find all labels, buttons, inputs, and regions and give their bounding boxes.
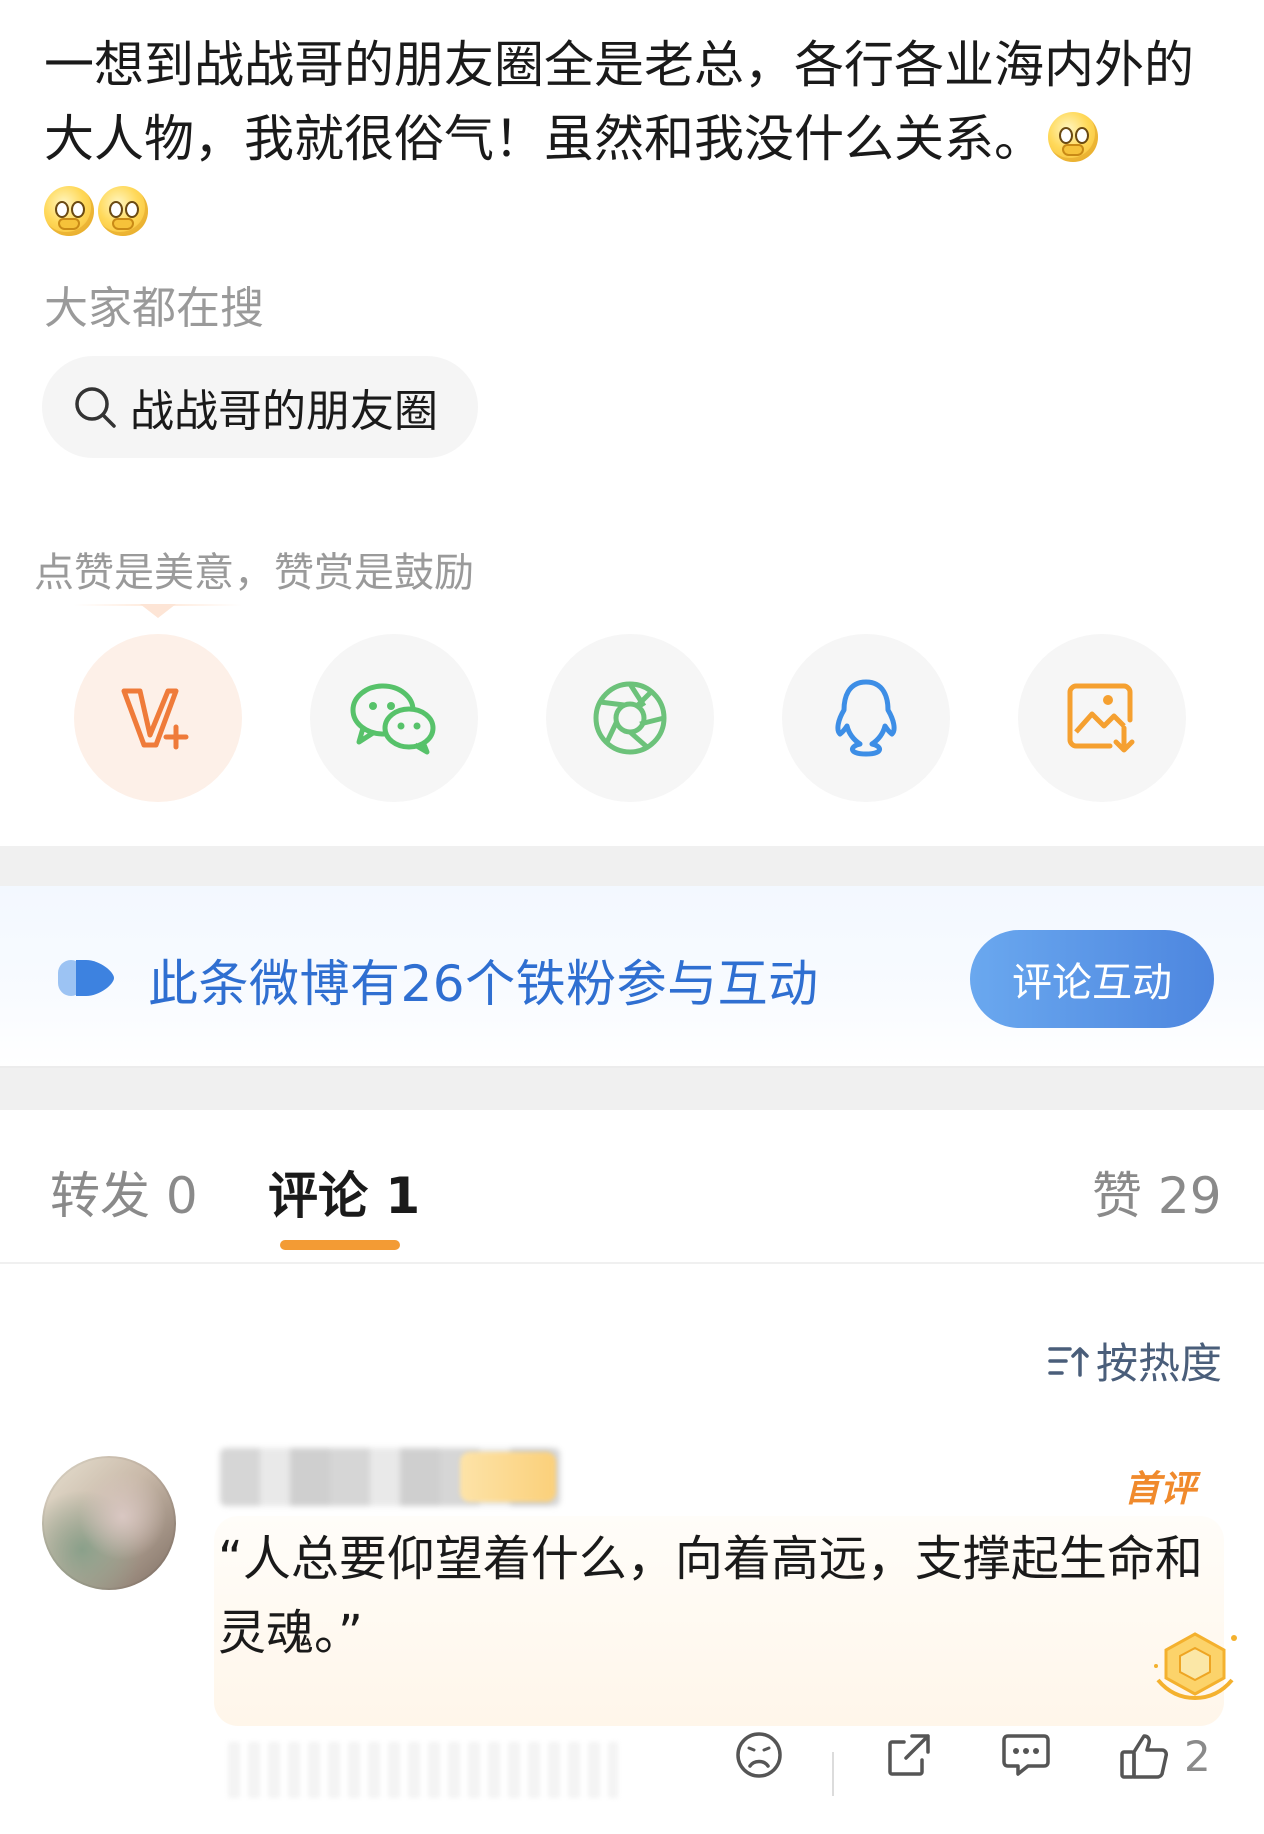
comment-bubble-icon <box>1002 1734 1050 1776</box>
doge-thinking-icon <box>98 186 148 236</box>
share-qq-button[interactable] <box>782 634 950 802</box>
wechat-icon <box>350 683 436 755</box>
avatar[interactable] <box>42 1456 176 1590</box>
tab-comments[interactable]: 评论 1 <box>268 1156 420 1228</box>
share-icon <box>888 1734 930 1776</box>
share-comment-button[interactable] <box>884 1730 934 1780</box>
sort-button[interactable]: 按热度 <box>1046 1330 1222 1391</box>
tab-repost[interactable]: 转发 0 <box>50 1156 198 1228</box>
share-wechat-button[interactable] <box>310 634 478 802</box>
vip-reward-icon <box>121 688 189 750</box>
reply-button[interactable] <box>1000 1730 1052 1780</box>
doge-thinking-icon <box>1048 112 1098 162</box>
trending-title: 大家都在搜 <box>44 283 264 334</box>
section-divider <box>0 846 1264 886</box>
dislike-button[interactable] <box>734 1730 784 1780</box>
share-row <box>74 634 1190 804</box>
comment-like-count: 2 <box>1184 1731 1211 1781</box>
tab-likes[interactable]: 赞 29 <box>1092 1156 1222 1228</box>
qq-icon <box>835 679 897 757</box>
section-divider <box>0 1068 1264 1110</box>
trending-chip-label: 战战哥的朋友圈 <box>130 386 438 437</box>
user-badge-blurred <box>460 1452 556 1502</box>
sort-icon <box>1048 1346 1089 1377</box>
reward-hint: 点赞是美意，赞赏是鼓励 <box>34 550 474 596</box>
action-separator <box>832 1752 834 1796</box>
trending-search-chip[interactable]: 战战哥的朋友圈 <box>42 356 478 458</box>
comment-interact-button[interactable]: 评论互动 <box>970 930 1214 1028</box>
save-image-icon <box>1067 683 1135 753</box>
thumbs-up-icon <box>1120 1734 1168 1779</box>
comment-text: “人总要仰望着什么，向着高远，支撑起生命和灵魂。” <box>218 1531 1203 1661</box>
moments-icon <box>593 681 667 755</box>
vip-reward-button[interactable] <box>74 634 242 802</box>
fans-interaction-text: 此条微博有26个铁粉参与互动 <box>148 955 819 1013</box>
search-icon <box>75 387 116 428</box>
sad-face-icon <box>736 1732 782 1778</box>
sort-label: 按热度 <box>1096 1339 1223 1388</box>
post-text: 一想到战战哥的朋友圈全是老总，各行各业海内外的大人物，我就很俗气！虽然和我没什么… <box>44 28 1224 250</box>
comment-actions: 2 <box>0 1730 1264 1820</box>
fans-interaction-banner: 此条微博有26个铁粉参与互动 评论互动 <box>0 886 1264 1068</box>
post-body: 一想到战战哥的朋友圈全是老总，各行各业海内外的大人物，我就很俗气！虽然和我没什么… <box>44 36 1194 168</box>
share-moments-button[interactable] <box>546 634 714 802</box>
fans-arrow-icon <box>58 960 114 996</box>
like-comment-button[interactable]: 2 <box>1118 1730 1211 1782</box>
save-image-button[interactable] <box>1018 634 1186 802</box>
first-comment-badge: 首评 <box>1124 1469 1197 1510</box>
post-tabs: 转发 0 评论 1 赞 29 <box>0 1110 1264 1264</box>
comment-item: 首评 “人总要仰望着什么，向着高远，支撑起生命和灵魂。” 2 <box>0 1430 1264 1834</box>
doge-thinking-icon <box>44 186 94 236</box>
weibo-post-page: 一想到战战哥的朋友圈全是老总，各行各业海内外的大人物，我就很俗气！虽然和我没什么… <box>0 0 1264 1834</box>
medal-icon <box>1154 1632 1237 1701</box>
reward-hint-caret <box>140 604 176 618</box>
active-tab-indicator <box>280 1240 400 1250</box>
